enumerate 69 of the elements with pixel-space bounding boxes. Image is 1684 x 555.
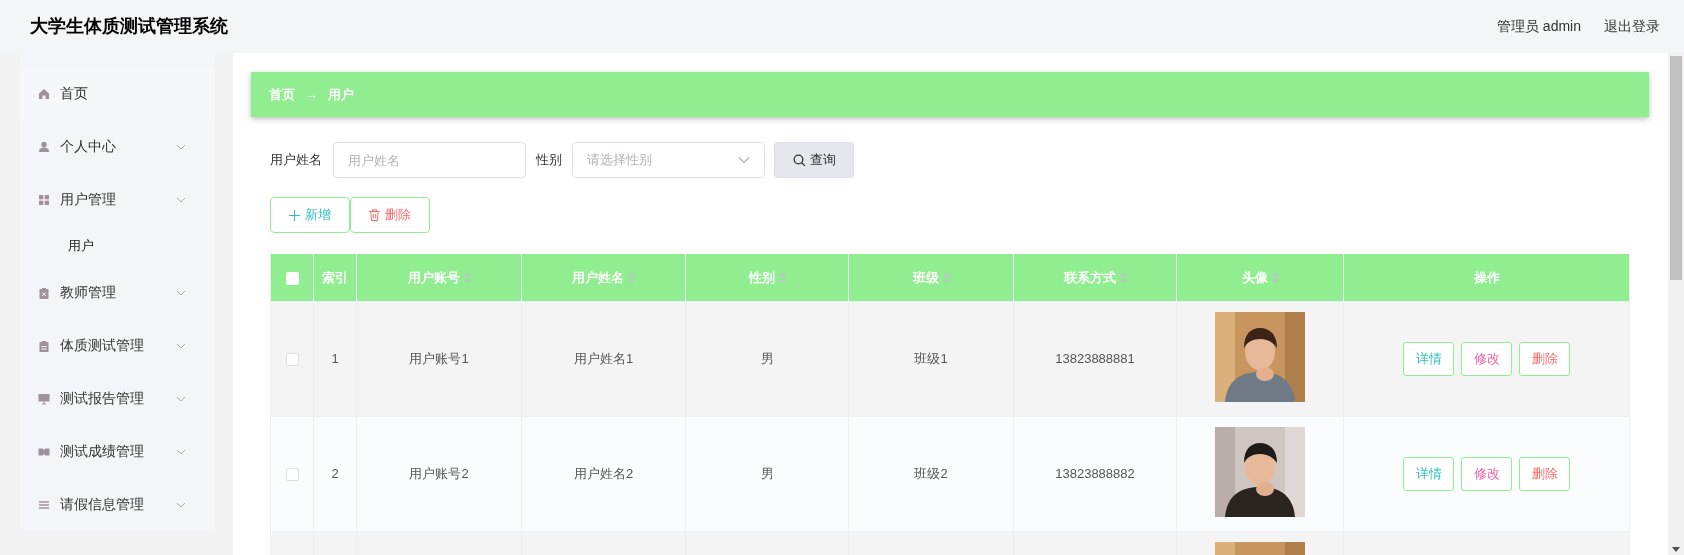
gender-select[interactable]: 请选择性别 <box>572 142 765 178</box>
app-title: 大学生体质测试管理系统 <box>30 15 228 38</box>
sort-icon[interactable] <box>463 272 471 284</box>
row-checkbox[interactable] <box>285 352 299 366</box>
menu-icon <box>38 87 50 100</box>
breadcrumb-item: 用户 <box>328 85 354 104</box>
table-cell: 用户姓名1 <box>573 351 634 367</box>
table-cell: 13823888881 <box>1055 351 1135 367</box>
menu-icon <box>38 286 50 299</box>
detail-button[interactable]: 详情 <box>1403 342 1454 376</box>
chevron-down-icon <box>176 196 186 203</box>
sort-icon[interactable] <box>1119 272 1127 284</box>
edit-button[interactable]: 修改 <box>1461 342 1512 376</box>
table-cell: 2 <box>331 466 339 482</box>
menu-item[interactable]: 用户管理 <box>20 173 208 226</box>
table-cell: 班级1 <box>914 351 948 367</box>
chevron-down-icon <box>176 143 186 150</box>
sort-icon[interactable] <box>942 272 950 284</box>
menu-item[interactable]: 个人中心 <box>20 120 208 173</box>
table-cell: 用户姓名2 <box>573 466 634 482</box>
delete-button[interactable]: 删除 <box>350 197 430 233</box>
chevron-down-icon <box>176 289 186 296</box>
menu-icon <box>38 339 50 352</box>
menu-icon <box>38 498 50 511</box>
table-cell: 13823888882 <box>1055 466 1135 482</box>
chevron-down-icon <box>176 448 186 455</box>
gender-label: 性别 <box>536 151 562 170</box>
sort-icon[interactable] <box>628 272 635 284</box>
menu-item[interactable]: 请假信息管理 <box>20 478 208 531</box>
chevron-down-icon <box>176 342 186 349</box>
chevron-down-icon <box>176 501 186 508</box>
scrollbar[interactable] <box>1668 53 1684 555</box>
table-cell: 用户账号2 <box>409 466 469 482</box>
sort-icon[interactable] <box>1271 272 1279 284</box>
scroll-down-icon[interactable] <box>1672 547 1680 552</box>
trash-icon <box>369 209 380 221</box>
table-cell: 班级2 <box>914 466 948 482</box>
menu-item[interactable]: 体质测试管理 <box>20 319 208 372</box>
table-cell: 男 <box>760 466 774 482</box>
name-input[interactable]: 用户姓名 <box>333 142 526 178</box>
add-button[interactable]: 新增 <box>270 197 350 233</box>
menu-item[interactable]: 教师管理 <box>20 266 208 319</box>
edit-button[interactable]: 修改 <box>1461 457 1512 491</box>
delete-button[interactable]: 删除 <box>1519 457 1570 491</box>
menu-icon <box>38 140 50 153</box>
menu-icon <box>38 193 50 206</box>
admin-label: 管理员 admin <box>1496 17 1581 36</box>
table-cell: 用户账号1 <box>409 351 469 367</box>
breadcrumb-arrow: → <box>305 85 318 104</box>
plus-icon <box>289 209 300 221</box>
column-header: 操作 <box>1473 269 1500 288</box>
menu-item[interactable]: 测试成绩管理 <box>20 425 208 478</box>
select-all-checkbox[interactable] <box>285 271 299 285</box>
detail-button[interactable]: 详情 <box>1403 457 1454 491</box>
row-checkbox[interactable] <box>285 467 299 481</box>
menu-icon <box>38 392 50 405</box>
column-header: 索引 <box>322 269 348 288</box>
search-button[interactable]: 查询 <box>774 142 854 178</box>
delete-button[interactable]: 删除 <box>1519 342 1570 376</box>
table-cell: 1 <box>331 351 339 367</box>
submenu-item[interactable]: 用户 <box>68 236 94 256</box>
name-label: 用户姓名 <box>270 151 322 170</box>
chevron-down-icon <box>738 156 750 164</box>
menu-item[interactable]: 测试报告管理 <box>20 372 208 425</box>
logout-link[interactable]: 退出登录 <box>1604 16 1660 37</box>
chevron-down-icon <box>176 395 186 402</box>
table-cell: 男 <box>760 351 774 367</box>
search-icon <box>792 153 806 167</box>
sort-icon[interactable] <box>778 272 786 284</box>
